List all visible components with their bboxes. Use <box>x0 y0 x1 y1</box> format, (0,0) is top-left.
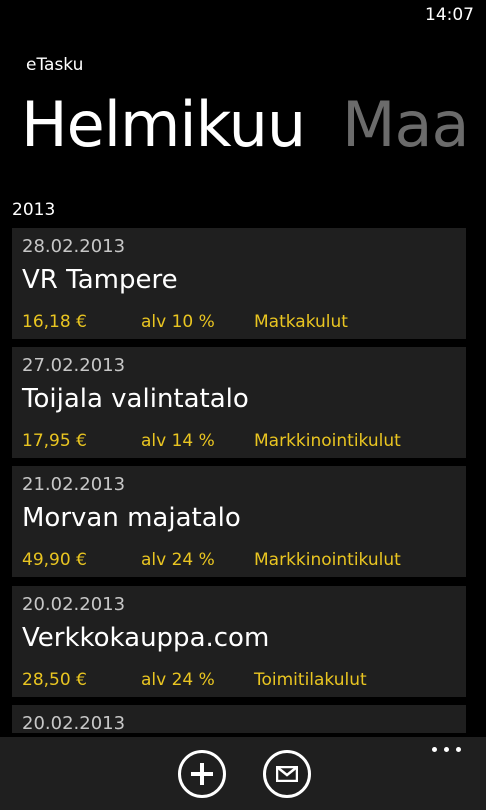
receipt-list[interactable]: 28.02.2013 VR Tampere 16,18 € alv 10 % M… <box>12 228 466 733</box>
receipt-vat: alv 10 % <box>141 312 215 332</box>
status-clock: 14:07 <box>425 5 474 25</box>
add-receipt-button[interactable] <box>178 750 226 798</box>
receipt-date: 20.02.2013 <box>22 713 126 733</box>
receipt-amount: 17,95 € <box>22 431 87 451</box>
receipt-amount: 16,18 € <box>22 312 87 332</box>
receipt-item[interactable]: 27.02.2013 Toijala valintatalo 17,95 € a… <box>12 347 466 458</box>
screen: 14:07 eTasku Helmikuu Maa 2013 28.02.201… <box>0 0 486 810</box>
receipt-name: Morvan majatalo <box>22 503 241 533</box>
receipt-name: Verkkokauppa.com <box>22 623 270 653</box>
ellipsis-icon[interactable] <box>432 747 462 755</box>
receipt-category: Markkinointikulut <box>254 550 401 570</box>
receipt-date: 27.02.2013 <box>22 355 126 376</box>
receipt-category: Matkakulut <box>254 312 348 332</box>
pivot-item-helmikuu[interactable]: Helmikuu <box>21 80 306 170</box>
app-title: eTasku <box>26 55 84 75</box>
receipt-amount: 28,50 € <box>22 670 87 690</box>
pivot-item-next[interactable]: Maa <box>342 80 469 170</box>
receipt-category: Toimitilakulut <box>254 670 367 690</box>
receipt-item[interactable]: 21.02.2013 Morvan majatalo 49,90 € alv 2… <box>12 466 466 577</box>
send-email-button[interactable] <box>263 750 311 798</box>
status-bar: 14:07 <box>0 0 486 32</box>
receipt-name: VR Tampere <box>22 265 178 295</box>
receipt-vat: alv 14 % <box>141 431 215 451</box>
pivot-header: Helmikuu Maa <box>0 80 486 170</box>
receipt-vat: alv 24 % <box>141 670 215 690</box>
app-bar <box>0 737 486 810</box>
receipt-category: Markkinointikulut <box>254 431 401 451</box>
year-group-header: 2013 <box>12 200 56 220</box>
receipt-item[interactable]: 20.02.2013 <box>12 705 466 733</box>
receipt-date: 21.02.2013 <box>22 474 126 495</box>
receipt-item[interactable]: 20.02.2013 Verkkokauppa.com 28,50 € alv … <box>12 586 466 697</box>
receipt-vat: alv 24 % <box>141 550 215 570</box>
receipt-date: 20.02.2013 <box>22 594 126 615</box>
mail-icon <box>276 766 298 782</box>
receipt-amount: 49,90 € <box>22 550 87 570</box>
receipt-name: Toijala valintatalo <box>22 384 249 414</box>
receipt-item[interactable]: 28.02.2013 VR Tampere 16,18 € alv 10 % M… <box>12 228 466 339</box>
receipt-date: 28.02.2013 <box>22 236 126 257</box>
